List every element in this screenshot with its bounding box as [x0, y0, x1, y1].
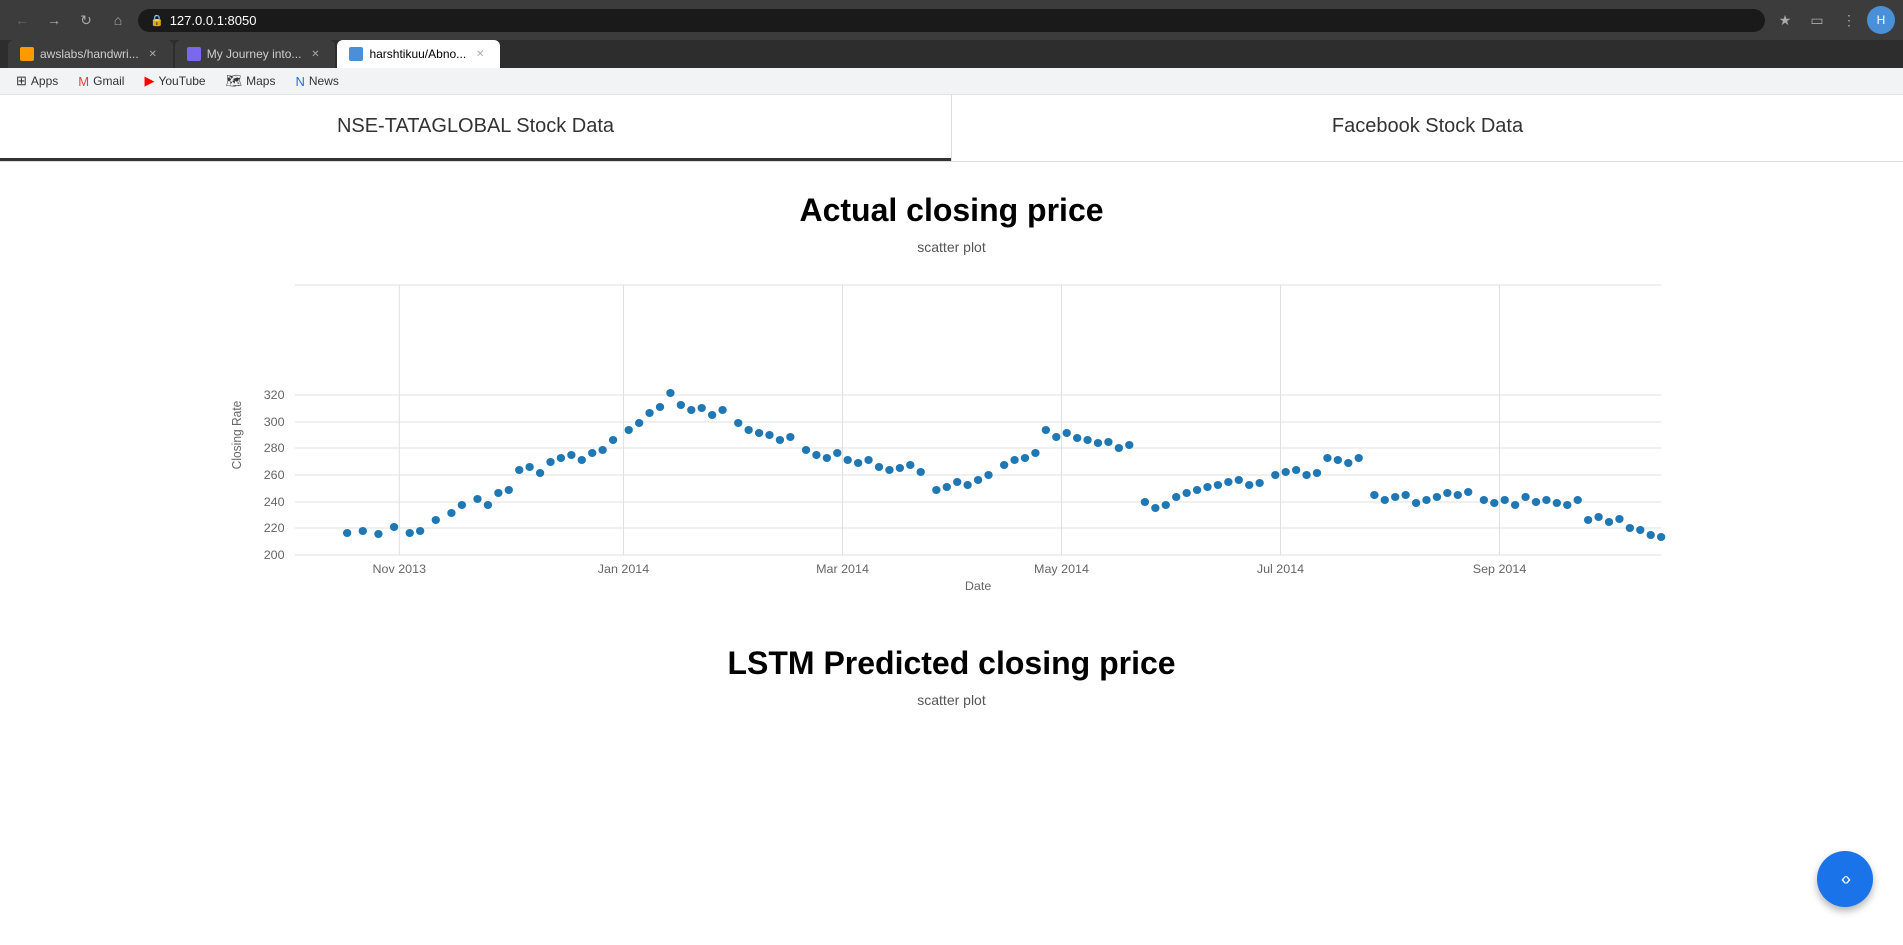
svg-text:200: 200: [263, 548, 284, 562]
tab-close-harshtikuu[interactable]: ✕: [472, 46, 488, 62]
actual-chart-container: 200 220 240 260 280 300 320 Nov 2013 Jan…: [222, 275, 1682, 595]
bookmark-star-button[interactable]: ★: [1771, 6, 1799, 34]
tab-title-myjourney: My Journey into...: [207, 47, 302, 61]
news-icon: N: [295, 74, 304, 89]
lstm-chart-subtitle: scatter plot: [222, 692, 1682, 708]
tab-myjourney[interactable]: My Journey into... ✕: [175, 40, 336, 68]
bookmark-youtube-label: YouTube: [158, 74, 205, 88]
svg-text:Jan 2014: Jan 2014: [597, 562, 649, 576]
actual-chart-svg: 200 220 240 260 280 300 320 Nov 2013 Jan…: [222, 275, 1682, 595]
actual-chart-subtitle: scatter plot: [222, 239, 1682, 255]
tab-close-awslabs[interactable]: ✕: [145, 46, 161, 62]
maps-icon: 🗺: [226, 73, 243, 89]
tab-title-awslabs: awslabs/handwri...: [40, 47, 139, 61]
youtube-icon: ▶: [144, 73, 154, 89]
avatar[interactable]: H: [1867, 6, 1895, 34]
bookmark-apps[interactable]: ⊞ Apps: [8, 71, 66, 91]
url-text: 127.0.0.1:8050: [170, 13, 257, 28]
nav-facebook-label: Facebook Stock Data: [1332, 115, 1523, 137]
tab-favicon-myjourney: [187, 47, 201, 61]
svg-text:Mar 2014: Mar 2014: [816, 562, 869, 576]
cast-button[interactable]: ▭: [1803, 6, 1831, 34]
tab-favicon-harshtikuu: [349, 47, 363, 61]
bookmark-news[interactable]: N News: [287, 72, 346, 91]
browser-actions: ★ ▭ ⋮ H: [1771, 6, 1895, 34]
tab-awslabs[interactable]: awslabs/handwri... ✕: [8, 40, 173, 68]
svg-text:Nov 2013: Nov 2013: [372, 562, 426, 576]
stock-nav: NSE-TATAGLOBAL Stock Data Facebook Stock…: [0, 95, 1903, 162]
apps-icon: ⊞: [16, 73, 27, 89]
svg-text:May 2014: May 2014: [1034, 562, 1089, 576]
svg-text:220: 220: [263, 521, 284, 535]
lstm-section: LSTM Predicted closing price scatter plo…: [202, 625, 1702, 738]
page-content: NSE-TATAGLOBAL Stock Data Facebook Stock…: [0, 95, 1903, 945]
home-button[interactable]: ⌂: [104, 6, 132, 34]
nav-nse[interactable]: NSE-TATAGLOBAL Stock Data: [0, 95, 951, 161]
svg-text:240: 240: [263, 495, 284, 509]
bookmarks-bar: ⊞ Apps M Gmail ▶ YouTube 🗺 Maps N News: [0, 68, 1903, 95]
bookmark-maps[interactable]: 🗺 Maps: [218, 71, 284, 91]
browser-toolbar: ← → ↻ ⌂ 🔒 127.0.0.1:8050 ★ ▭ ⋮ H: [0, 0, 1903, 40]
bookmark-youtube[interactable]: ▶ YouTube: [136, 71, 213, 91]
svg-text:260: 260: [263, 468, 284, 482]
browser-chrome: ← → ↻ ⌂ 🔒 127.0.0.1:8050 ★ ▭ ⋮ H awslabs…: [0, 0, 1903, 95]
svg-text:320: 320: [263, 388, 284, 402]
tab-favicon-awslabs: [20, 47, 34, 61]
bookmark-gmail[interactable]: M Gmail: [70, 72, 132, 91]
address-bar[interactable]: 🔒 127.0.0.1:8050: [138, 9, 1765, 32]
svg-text:Closing Rate: Closing Rate: [229, 400, 243, 469]
svg-text:300: 300: [263, 415, 284, 429]
bookmark-apps-label: Apps: [31, 74, 58, 88]
tab-harshtikuu[interactable]: harshtikuu/Abno... ✕: [337, 40, 500, 68]
tab-title-harshtikuu: harshtikuu/Abno...: [369, 47, 466, 61]
svg-text:Date: Date: [964, 579, 991, 593]
lock-icon: 🔒: [150, 14, 164, 27]
svg-text:Sep 2014: Sep 2014: [1472, 562, 1526, 576]
forward-button[interactable]: →: [40, 6, 68, 34]
nav-fab[interactable]: ‹›: [1817, 851, 1873, 907]
svg-text:Jul 2014: Jul 2014: [1256, 562, 1303, 576]
menu-button[interactable]: ⋮: [1835, 6, 1863, 34]
bookmark-maps-label: Maps: [246, 74, 275, 88]
svg-text:280: 280: [263, 441, 284, 455]
nav-nse-label: NSE-TATAGLOBAL Stock Data: [337, 115, 614, 137]
actual-chart-section: Actual closing price scatter plot: [202, 162, 1702, 625]
gmail-icon: M: [78, 74, 89, 89]
bookmark-news-label: News: [309, 74, 339, 88]
reload-button[interactable]: ↻: [72, 6, 100, 34]
nav-fab-label: ‹›: [1841, 869, 1849, 890]
actual-chart-title: Actual closing price: [222, 192, 1682, 229]
tabs-bar: awslabs/handwri... ✕ My Journey into... …: [0, 40, 1903, 68]
nav-facebook[interactable]: Facebook Stock Data: [952, 95, 1903, 161]
nav-buttons: ← → ↻ ⌂: [8, 6, 132, 34]
back-button[interactable]: ←: [8, 6, 36, 34]
tab-close-myjourney[interactable]: ✕: [307, 46, 323, 62]
lstm-chart-title: LSTM Predicted closing price: [222, 645, 1682, 682]
bookmark-gmail-label: Gmail: [93, 74, 124, 88]
